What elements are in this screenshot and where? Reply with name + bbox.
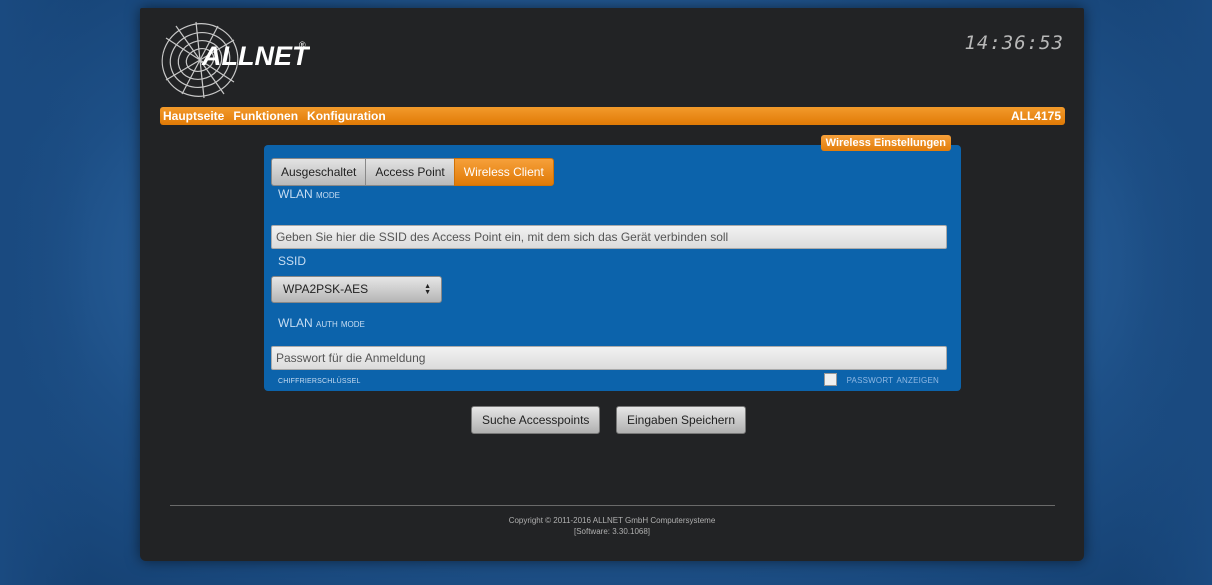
nav-item-konfiguration[interactable]: Konfiguration: [307, 109, 386, 123]
show-password-checkbox[interactable]: [823, 373, 837, 386]
key-label: Chiffrierschlüssel: [278, 375, 361, 386]
nav-item-funktionen[interactable]: Funktionen: [233, 109, 298, 123]
background-left: [0, 0, 90, 585]
save-settings-button[interactable]: Eingaben Speichern: [616, 406, 747, 434]
select-arrow-icon: ▲ ▼: [424, 283, 431, 296]
mode-off-button[interactable]: Ausgeschaltet: [271, 158, 366, 186]
auth-mode-value: WPA2PSK-AES: [283, 282, 369, 296]
show-password-toggle[interactable]: Passwort anzeigen: [823, 373, 939, 386]
wireless-settings-panel: Wireless Einstellungen Ausgeschaltet Acc…: [264, 135, 961, 391]
brand-wordmark: ALLNET: [201, 41, 310, 71]
search-accesspoints-button[interactable]: Suche Accesspoints: [471, 406, 601, 434]
ssid-label: SSID: [278, 254, 307, 268]
auth-mode-select[interactable]: WPA2PSK-AES ▲ ▼: [271, 276, 442, 303]
mode-access-point-button[interactable]: Access Point: [365, 158, 454, 186]
software-version: [Software: 3.30.1068]: [573, 527, 651, 536]
password-input[interactable]: [271, 346, 947, 370]
ssid-input[interactable]: [271, 225, 947, 249]
auth-mode-label: WLAN auth mode: [278, 316, 365, 330]
mode-wireless-client-button[interactable]: Wireless Client: [453, 158, 554, 186]
show-password-label: Passwort anzeigen: [846, 373, 939, 386]
panel-title: Wireless Einstellungen: [820, 135, 951, 151]
wlan-mode-selector: Ausgeschaltet Access Point Wireless Clie…: [271, 158, 554, 186]
nav-item-hauptseite[interactable]: Hauptseite: [163, 109, 224, 123]
footer: Copyright © 2011-2016 ALLNET GmbH Comput…: [140, 515, 1084, 537]
main-nav: Hauptseite Funktionen Konfiguration ALL417…: [160, 107, 1065, 125]
router-admin-frame: ALLNET ® 14:36:53 Hauptseite Funktionen Ko…: [140, 8, 1084, 561]
background-right: [1122, 0, 1212, 585]
trademark-symbol: ®: [299, 40, 306, 50]
allnet-logo: ALLNET ®: [161, 21, 310, 99]
clock: 14:36:53: [964, 32, 1064, 54]
copyright-text: Copyright © 2011-2016 ALLNET GmbH Comput…: [508, 516, 716, 525]
device-model: ALL4175: [1010, 109, 1061, 123]
wlan-mode-label: WLAN mode: [278, 187, 341, 201]
footer-divider: [170, 505, 1055, 506]
